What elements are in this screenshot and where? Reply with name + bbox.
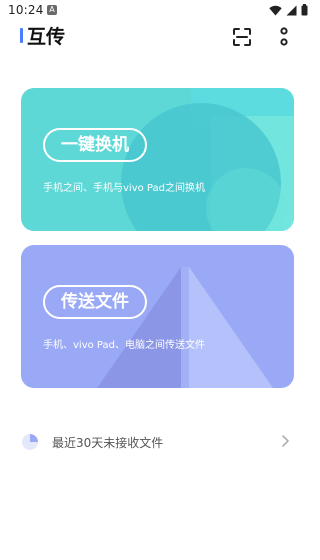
scan-icon[interactable] <box>232 27 252 47</box>
page-title: 互传 <box>27 26 66 48</box>
status-time: 10:24 <box>8 3 44 17</box>
chevron-right-icon <box>282 435 289 447</box>
title-accent-bar <box>20 28 23 43</box>
battery-icon <box>301 4 308 16</box>
notification-icon: A <box>47 5 57 15</box>
recent-files-row[interactable]: 最近30天未接收文件 <box>21 428 294 456</box>
signal-icon <box>286 5 297 15</box>
send-files-subtitle: 手机、vivo Pad、电脑之间传送文件 <box>43 340 205 351</box>
status-bar: 10:24 A <box>0 0 315 22</box>
card-send-files[interactable]: 传送文件 手机、vivo Pad、电脑之间传送文件 <box>21 245 294 388</box>
more-vertical-icon[interactable] <box>275 26 293 48</box>
recent-files-label: 最近30天未接收文件 <box>52 436 164 450</box>
status-icons <box>269 4 308 16</box>
phone-clone-button[interactable]: 一键换机 <box>43 128 147 162</box>
phone-clone-subtitle: 手机之间、手机与vivo Pad之间换机 <box>43 183 205 194</box>
pie-chart-icon <box>22 434 38 450</box>
send-files-button[interactable]: 传送文件 <box>43 285 147 319</box>
wifi-icon <box>269 5 282 15</box>
card-phone-clone[interactable]: 一键换机 手机之间、手机与vivo Pad之间换机 <box>21 88 294 231</box>
